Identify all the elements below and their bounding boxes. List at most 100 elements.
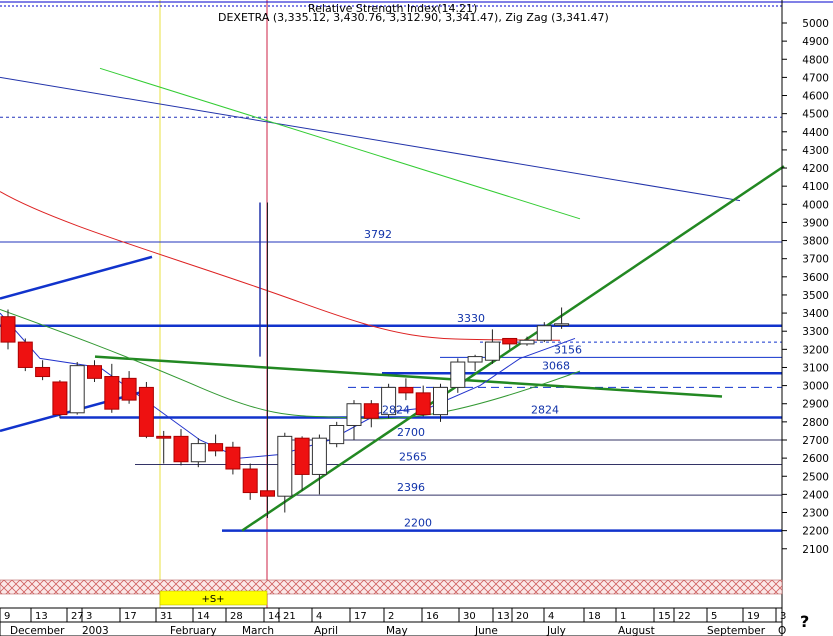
- candle-body: [104, 376, 120, 410]
- candle-body: [17, 341, 33, 368]
- x-month-label: July: [546, 625, 566, 636]
- x-week-label: 3: [86, 611, 92, 622]
- green-uptrend-line: [241, 165, 785, 532]
- y-tick-label: 2600: [802, 453, 829, 465]
- y-tick-label: 3100: [802, 362, 829, 374]
- level-label: 2396: [397, 481, 425, 494]
- x-week-label: 30: [463, 611, 476, 622]
- y-tick-label: 2100: [802, 544, 829, 556]
- trend-line-blue-long: [0, 76, 741, 202]
- header-series-line: DEXETRA (3,335.12, 3,430.76, 3,312.90, 3…: [218, 11, 609, 24]
- candle-body: [87, 365, 102, 379]
- vertical-markers: [159, 0, 268, 608]
- candle-body: [398, 386, 414, 394]
- candle-body: [242, 468, 258, 494]
- y-tick-label: 3000: [802, 381, 829, 393]
- level-label: 2565: [399, 450, 427, 463]
- candle-body: [0, 316, 16, 343]
- candle-body: [208, 443, 224, 452]
- candle-body: [294, 437, 310, 475]
- y-axis: 2100 2200 2300 2400 2500 2600 2700 2800 2900 3000…: [781, 0, 829, 608]
- y-tick-label: 4100: [802, 181, 829, 193]
- y-tick-label: 4200: [802, 163, 829, 175]
- y-tick-label: 2700: [802, 435, 829, 447]
- x-month-label: February: [170, 625, 217, 636]
- level-label: 2824: [531, 404, 559, 417]
- level-label: 3792: [364, 228, 392, 241]
- signal-strip: [0, 579, 783, 595]
- x-week-label: 20: [516, 611, 529, 622]
- x-month-label: O: [778, 625, 786, 636]
- candles: [0, 202, 570, 518]
- y-tick-label: 2200: [802, 526, 829, 538]
- candle-body: [467, 356, 483, 363]
- help-icon[interactable]: ?: [800, 612, 809, 631]
- x-week-label: 21: [283, 611, 296, 622]
- x-week-label: 2: [388, 611, 394, 622]
- candle-body: [69, 365, 85, 414]
- y-tick-label: 4400: [802, 127, 829, 139]
- green-moving-average-upper: [99, 67, 581, 220]
- y-tick-label: 2800: [802, 417, 829, 429]
- y-tick-label: 5000: [802, 18, 829, 30]
- x-week-label: 28: [230, 611, 243, 622]
- y-tick-label: 4500: [802, 109, 829, 121]
- y-tick-label: 3800: [802, 236, 829, 248]
- candle-body: [52, 381, 68, 416]
- candle-body: [363, 403, 379, 419]
- x-week-label: 5: [711, 611, 717, 622]
- x-month-label: 2003: [82, 625, 109, 636]
- indicator-lines: [0, 67, 785, 532]
- level-label: 2700: [397, 426, 425, 439]
- x-week-label: 13: [497, 611, 510, 622]
- y-tick-label: 2500: [802, 471, 829, 483]
- candle-body: [484, 341, 500, 361]
- y-tick-label: 2900: [802, 399, 829, 411]
- y-tick-label: 4700: [802, 72, 829, 84]
- candle-body: [35, 366, 51, 378]
- x-week-label: 1: [620, 611, 626, 622]
- x-week-label: 3: [780, 611, 786, 622]
- y-tick-label: 4900: [802, 36, 829, 48]
- x-month-label: September: [707, 625, 766, 636]
- level-label: 3068: [542, 359, 570, 372]
- level-label: 3330: [457, 312, 485, 325]
- y-tick-label: 3200: [802, 344, 829, 356]
- x-week-label: 18: [588, 611, 601, 622]
- x-week-label: 4: [316, 611, 322, 622]
- candle-body: [329, 424, 345, 445]
- candle-body: [536, 325, 552, 341]
- level-label: 2824: [382, 404, 410, 417]
- y-tick-label: 3700: [802, 254, 829, 266]
- x-week-label: 16: [426, 611, 439, 622]
- candle-body: [554, 323, 570, 326]
- x-month-label: August: [618, 625, 655, 636]
- y-tick-label: 4600: [802, 91, 829, 103]
- candle-body: [519, 339, 535, 345]
- candle-body: [190, 443, 206, 463]
- candle-body: [260, 490, 275, 497]
- y-tick-label: 3300: [802, 326, 829, 338]
- candle-body: [277, 435, 293, 497]
- y-tick-label: 2400: [802, 489, 829, 501]
- x-week-label: 19: [747, 611, 760, 622]
- x-week-label: 22: [678, 611, 691, 622]
- y-tick-label: 3900: [802, 217, 829, 229]
- x-month-label: March: [242, 625, 274, 636]
- candle-body: [311, 437, 327, 475]
- y-tick-label: 4800: [802, 54, 829, 66]
- candlestick-chart: 37923330315630682824 28242700256523962200…: [0, 0, 833, 636]
- level-label: 3156: [554, 343, 582, 356]
- x-week-label: 13: [35, 611, 48, 622]
- candle-body: [450, 361, 466, 388]
- y-tick-label: 2300: [802, 508, 829, 520]
- x-month-label: May: [386, 625, 408, 636]
- x-week-label: 4: [548, 611, 554, 622]
- level-label: 2200: [404, 517, 432, 530]
- x-month-label: April: [314, 625, 338, 636]
- candle-body: [433, 386, 448, 416]
- x-month-label: June: [474, 625, 498, 636]
- candle-body: [415, 392, 431, 416]
- x-week-label: 17: [124, 611, 137, 622]
- y-tick-label: 3600: [802, 272, 829, 284]
